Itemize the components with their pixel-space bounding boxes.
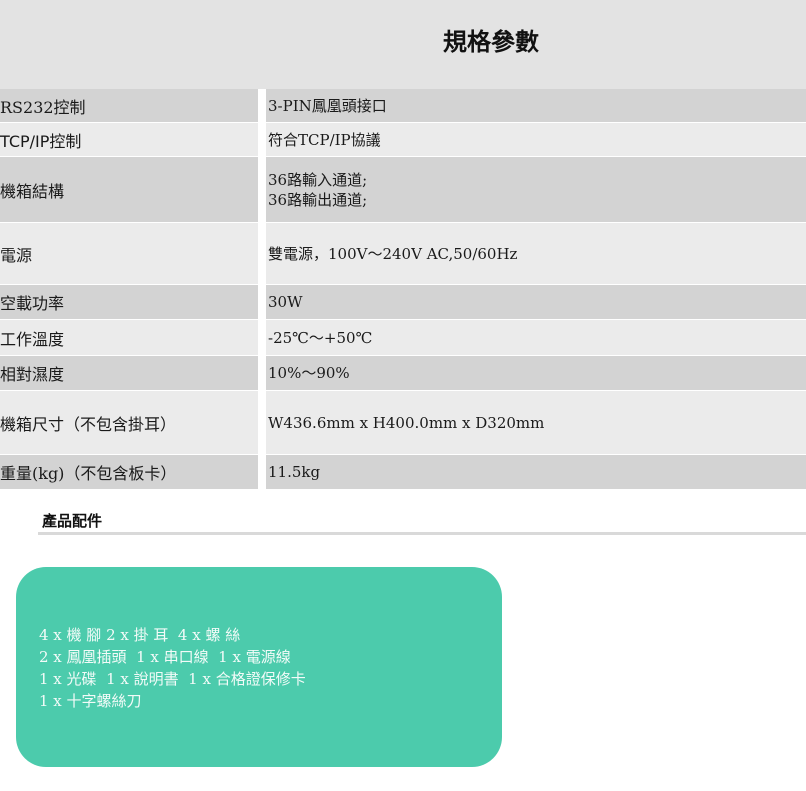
spec-value-line: 符合TCP/IP協議 [268,130,381,149]
spec-label-tcpip: TCP/IP控制 [0,131,82,151]
spec-value-humidity: 10%～90% [268,356,806,390]
spec-table: RS232控制 3-PIN鳳凰頭接口 TCP/IP控制 符合TCP/IP協議 機… [0,89,806,490]
spec-value-operating-temp: -25℃～+50℃ [268,320,806,355]
spec-value-chassis: 36路輸入通道; 36路輸出通道; [268,157,806,222]
spec-value-idle-power: 30W [268,285,806,319]
accessory-line: 1 x 光碟 1 x 說明書 1 x 合格證保修卡 [39,670,306,688]
column-divider [258,285,266,319]
spec-value-line: 36路輸出通道; [268,190,368,209]
accessory-line: 2 x 鳳凰插頭 1 x 串口線 1 x 電源線 [39,648,291,666]
spec-row-power: 電源 雙電源，100V～240V AC,50/60Hz [0,223,806,285]
spec-value-rs232: 3-PIN鳳凰頭接口 [268,89,806,122]
spec-value-line: 3-PIN鳳凰頭接口 [268,96,387,115]
spec-value-dimensions: W436.6mm x H400.0mm x D320mm [268,391,806,454]
accessories-divider [38,532,806,535]
accessory-line: 4 x 機 腳 2 x 掛 耳 4 x 螺 絲 [39,626,241,644]
spec-header: 規格參數 [0,0,806,89]
column-divider [258,391,266,454]
spec-value-weight: 11.5kg [268,455,806,489]
spec-value-line: 11.5kg [268,463,321,481]
spec-label-operating-temp: 工作溫度 [0,329,65,349]
page-title: 規格參數 [443,28,539,56]
spec-label-power: 電源 [0,245,33,265]
column-divider [258,157,266,222]
spec-row-idle-power: 空載功率 30W [0,285,806,320]
column-divider [258,123,266,156]
spec-row-dimensions: 機箱尺寸（不包含掛耳） W436.6mm x H400.0mm x D320mm [0,391,806,455]
accessory-line: 1 x 十字螺絲刀 [39,692,142,710]
spec-row-weight: 重量(kg)（不包含板卡） 11.5kg [0,455,806,490]
spec-label-humidity: 相對濕度 [0,365,65,384]
spec-row-humidity: 相對濕度 10%～90% [0,356,806,391]
column-divider [258,89,266,122]
spec-row-chassis: 機箱結構 36路輸入通道; 36路輸出通道; [0,157,806,223]
spec-label-chassis: 機箱結構 [0,181,65,201]
spec-row-rs232: RS232控制 3-PIN鳳凰頭接口 [0,89,806,123]
spec-value-line: 雙電源，100V～240V AC,50/60Hz [268,244,518,263]
column-divider [258,356,266,390]
spec-value-line: 30W [268,293,303,311]
column-divider [258,320,266,355]
accessories-heading: 產品配件 [42,512,103,530]
spec-label-rs232: RS232控制 [0,97,86,117]
spec-label-weight: 重量(kg)（不包含板卡） [0,464,177,483]
spec-value-tcpip: 符合TCP/IP協議 [268,123,806,156]
spec-row-operating-temp: 工作溫度 -25℃～+50℃ [0,320,806,356]
spec-value-line: -25℃～+50℃ [268,328,373,347]
spec-value-line: 36路輸入通道; [268,170,368,189]
spec-label-dimensions: 機箱尺寸（不包含掛耳） [0,414,177,434]
column-divider [258,223,266,284]
spec-row-tcpip: TCP/IP控制 符合TCP/IP協議 [0,123,806,157]
accessories-list: 4 x 機 腳 2 x 掛 耳 4 x 螺 絲 2 x 鳳凰插頭 1 x 串口線 … [39,624,306,712]
spec-label-idle-power: 空載功率 [0,294,65,313]
spec-value-line: W436.6mm x H400.0mm x D320mm [268,413,545,432]
spec-value-power: 雙電源，100V～240V AC,50/60Hz [268,223,806,284]
spec-value-line: 10%～90% [268,364,350,382]
column-divider [258,455,266,489]
